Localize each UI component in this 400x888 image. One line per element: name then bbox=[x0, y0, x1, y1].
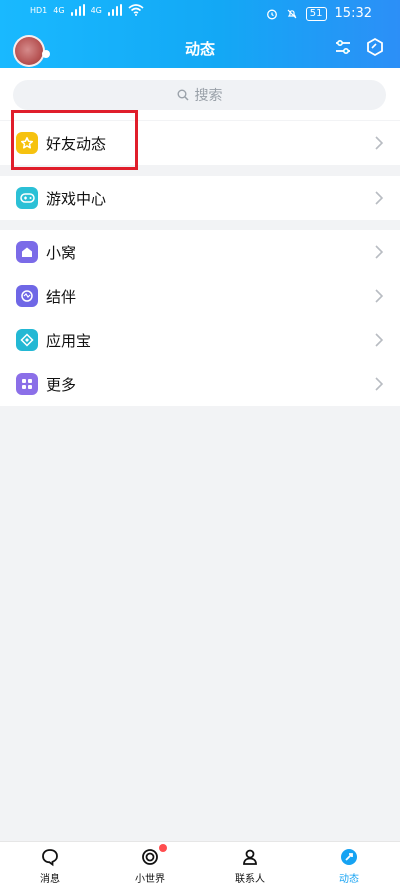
bottom-tab-bar: 消息 小世界 联系人 动态 bbox=[0, 841, 400, 888]
wifi-icon bbox=[128, 4, 144, 16]
clock: 15:32 bbox=[334, 6, 372, 21]
tab-label: 动态 bbox=[339, 874, 359, 885]
list-item-label: 更多 bbox=[46, 375, 77, 394]
tab-messages[interactable]: 消息 bbox=[10, 846, 90, 885]
tab-label: 小世界 bbox=[135, 874, 165, 885]
chevron-right-icon bbox=[375, 136, 384, 150]
list-item-home[interactable]: 小窝 bbox=[0, 230, 400, 274]
battery-indicator: 51 bbox=[305, 6, 327, 21]
message-icon bbox=[42, 849, 58, 867]
list-item-label: 游戏中心 bbox=[46, 189, 107, 208]
status-left: HD1 4G 4G bbox=[30, 4, 144, 16]
notification-badge bbox=[159, 844, 167, 852]
group-games: 游戏中心 bbox=[0, 176, 400, 220]
list-item-game-center[interactable]: 游戏中心 bbox=[0, 176, 400, 220]
mute-icon bbox=[287, 9, 297, 18]
signal-icon bbox=[70, 4, 85, 16]
list-item-label: 小窝 bbox=[46, 243, 77, 262]
search-input[interactable]: 搜索 bbox=[13, 80, 386, 110]
top-header: HD1 4G 4G 51 15:32 动态 bbox=[0, 0, 400, 68]
search-placeholder: 搜索 bbox=[194, 88, 223, 104]
list-item-more[interactable]: 更多 bbox=[0, 362, 400, 406]
tab-label: 联系人 bbox=[235, 874, 265, 885]
tab-world[interactable]: 小世界 bbox=[110, 844, 190, 885]
highlight-box bbox=[11, 110, 138, 170]
group-apps: 小窝 结伴 应用宝 更多 bbox=[0, 230, 400, 406]
tab-contacts[interactable]: 联系人 bbox=[210, 846, 290, 885]
chat-icon bbox=[16, 285, 38, 307]
moments-icon bbox=[341, 849, 357, 865]
list-item-companion[interactable]: 结伴 bbox=[0, 274, 400, 318]
chevron-right-icon bbox=[375, 377, 384, 391]
network-label-1: 4G bbox=[53, 5, 65, 15]
list-item-app-store[interactable]: 应用宝 bbox=[0, 318, 400, 362]
list-item-label: 结伴 bbox=[46, 287, 77, 306]
app-store-icon bbox=[16, 329, 38, 351]
gamepad-icon bbox=[16, 187, 38, 209]
home-icon bbox=[16, 241, 38, 263]
network-label-2: 4G bbox=[90, 5, 102, 15]
chevron-right-icon bbox=[375, 289, 384, 303]
filter-settings-icon[interactable] bbox=[332, 36, 354, 58]
chevron-right-icon bbox=[375, 191, 384, 205]
status-right: 51 15:32 bbox=[266, 6, 372, 21]
world-icon bbox=[142, 849, 158, 865]
status-bar: HD1 4G 4G 51 15:32 bbox=[0, 0, 400, 28]
tab-label: 消息 bbox=[40, 874, 60, 885]
alarm-icon bbox=[266, 9, 277, 19]
shield-icon[interactable] bbox=[364, 36, 386, 58]
tab-moments[interactable]: 动态 bbox=[309, 846, 389, 885]
chevron-right-icon bbox=[375, 333, 384, 347]
search-icon bbox=[177, 89, 189, 101]
grid-icon bbox=[16, 373, 38, 395]
signal-icon-2 bbox=[107, 4, 122, 16]
list-item-label: 应用宝 bbox=[46, 331, 92, 350]
chevron-right-icon bbox=[375, 245, 384, 259]
hd-label-1: HD1 bbox=[30, 5, 48, 15]
contact-icon bbox=[243, 849, 257, 865]
nav-bar: 动态 bbox=[0, 28, 400, 68]
